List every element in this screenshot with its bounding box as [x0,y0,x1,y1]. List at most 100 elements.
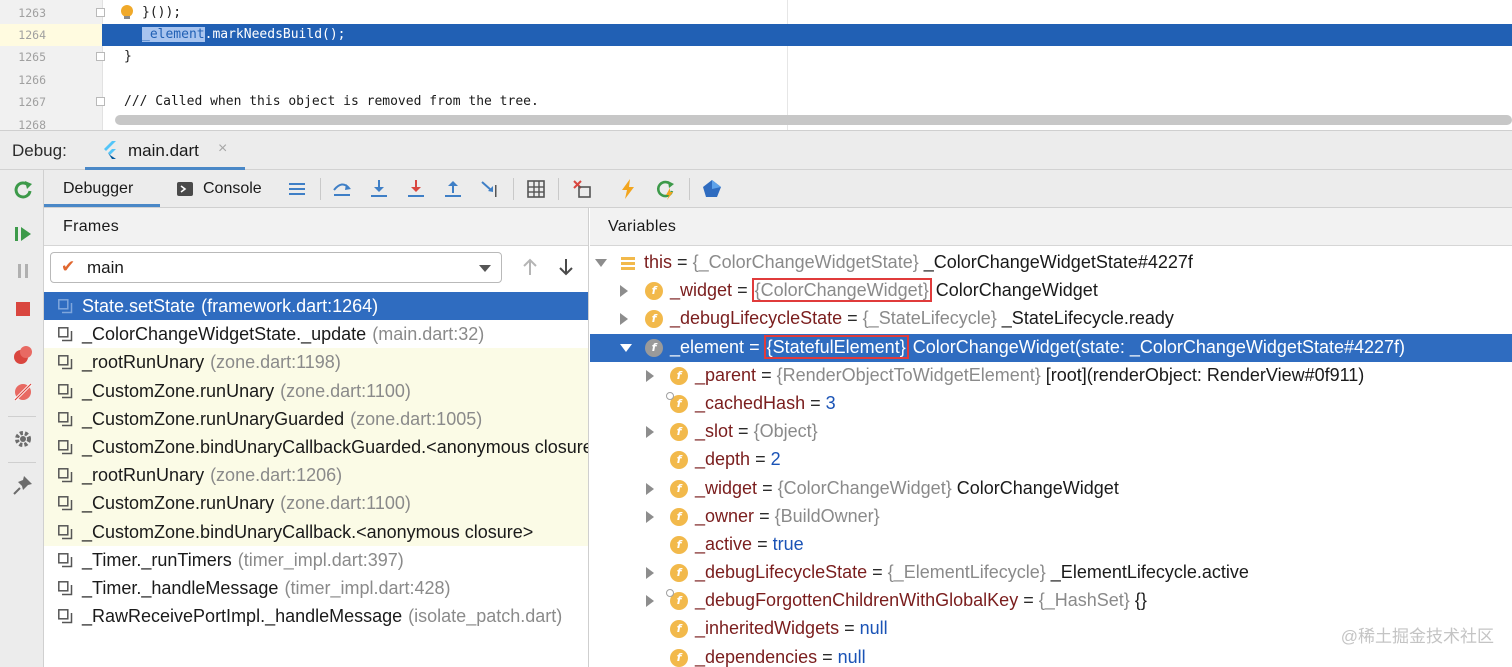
variable-row[interactable]: f _slot = {Object} [590,418,1512,446]
mute-breakpoints-icon[interactable] [12,381,34,403]
debug-side-toolbar [0,170,44,667]
line-number: 1265 [18,50,46,64]
chevron-down-icon [479,265,491,272]
frame-row[interactable]: _Timer._handleMessage (timer_impl.dart:42… [44,574,588,602]
variable-row[interactable]: f _parent = {RenderObjectToWidgetElement… [590,362,1512,390]
code-line-current[interactable]: 1264 _element.markNeedsBuild(); [0,24,1512,46]
step-into-icon[interactable] [368,178,390,200]
variables-header: Variables [590,208,1512,246]
variables-tree: this = {_ColorChangeWidgetState} _ColorC… [590,249,1512,667]
variable-row[interactable]: f _cachedHash = 3 [590,390,1512,418]
frames-panel: Frames ✔ main State.setState (framework.d… [44,208,589,667]
variable-row[interactable]: f _owner = {BuildOwner} [590,503,1512,531]
close-icon[interactable]: × [218,140,227,158]
variable-text: this = {_ColorChangeWidgetState} _ColorC… [644,252,1193,272]
stack-frame-icon [58,552,73,567]
step-out-icon[interactable] [442,178,464,200]
force-step-into-icon[interactable] [405,178,427,200]
debugger-toolbar: Debugger Console [44,170,1512,208]
stop-icon[interactable] [12,298,34,320]
frame-row[interactable]: State.setState (framework.dart:1264) [44,292,588,321]
frame-row[interactable]: _rootRunUnary (zone.dart:1198) [44,348,588,377]
lightbulb-icon[interactable] [121,5,133,19]
fold-marker-icon[interactable] [96,52,105,61]
expand-arrow-icon[interactable] [620,313,628,326]
stack-frame-icon [58,355,73,370]
drop-frame-icon[interactable] [571,178,593,200]
gear-icon[interactable] [12,428,34,450]
run-tab-label: main.dart [128,141,199,160]
rerun-icon[interactable] [12,179,34,201]
variables-panel: Variables this = {_ColorChangeWidgetStat… [590,208,1512,667]
code-line[interactable]: 1263 }()); [0,2,1512,24]
line-number: 1268 [18,118,46,130]
field-icon: f [670,451,688,470]
expand-arrow-icon[interactable] [620,285,628,298]
variable-row[interactable]: f _widget = {ColorChangeWidget} ColorCha… [590,277,1512,305]
view-breakpoints-icon[interactable] [12,344,34,366]
variable-row[interactable]: f _depth = 2 [590,446,1512,474]
expand-arrow-icon[interactable] [646,426,654,439]
frame-row[interactable]: _rootRunUnary (zone.dart:1206) [44,461,588,490]
variable-row[interactable]: f _debugLifecycleState = {_ElementLifecy… [590,559,1512,587]
variable-row[interactable]: f _debugForgottenChildrenWithGlobalKey =… [590,587,1512,615]
code-line[interactable]: 1265 } [0,46,1512,68]
variable-row[interactable]: f _widget = {ColorChangeWidget} ColorCha… [590,475,1512,503]
previous-frame-arrow-icon[interactable] [519,256,541,278]
toolbar-separator [513,178,514,200]
toolbar-separator [689,178,690,200]
variable-row[interactable]: this = {_ColorChangeWidgetState} _ColorC… [590,249,1512,277]
hot-restart-icon[interactable] [654,178,676,200]
layout-menu-icon[interactable] [286,178,308,200]
variable-row[interactable]: f _active = true [590,531,1512,559]
frame-row[interactable]: _CustomZone.runUnary (zone.dart:1100) [44,376,588,405]
field-icon: f [645,338,663,357]
stack-frame-icon [58,439,73,455]
flutter-icon [104,141,116,159]
frame-row[interactable]: _CustomZone.bindUnaryCallback.<anonymous… [44,517,588,546]
frame-row[interactable]: _ColorChangeWidgetState._update (main.dar… [44,320,588,348]
fold-marker-icon[interactable] [96,97,105,106]
hot-reload-icon[interactable] [617,178,639,200]
code-text-rest: .markNeedsBuild(); [204,27,346,42]
pin-icon[interactable] [12,474,34,496]
run-tab-main-dart[interactable]: main.dart × [85,131,245,170]
collapse-arrow-icon[interactable] [595,259,607,267]
evaluate-expression-icon[interactable] [525,178,547,200]
stack-frame-icon [58,609,73,624]
variable-row[interactable]: f _debugLifecycleState = {_StateLifecycl… [590,305,1512,333]
code-line[interactable]: 1266 [0,69,1512,91]
line-number: 1266 [18,73,46,87]
variable-row[interactable]: f _dependencies = null [590,644,1512,667]
pause-icon[interactable] [12,260,34,282]
frame-row[interactable]: _CustomZone.runUnaryGuarded (zone.dart:10… [44,404,588,433]
expand-arrow-icon[interactable] [646,595,654,608]
frame-name: State.setState (framework.dart:1264) [82,296,379,316]
expand-arrow-icon[interactable] [646,369,654,382]
expand-arrow-icon[interactable] [646,482,654,495]
frame-row[interactable]: _Timer._runTimers (timer_impl.dart:397) [44,546,588,574]
frame-row[interactable]: _CustomZone.runUnary (zone.dart:1100) [44,489,588,518]
frame-row[interactable]: _RawReceivePortImpl._handleMessage (isola… [44,602,588,630]
expand-arrow-icon[interactable] [646,510,654,523]
resume-icon[interactable] [12,223,34,245]
horizontal-scrollbar[interactable] [115,115,1512,125]
code-editor[interactable]: 1263 }()); 1264 _element.markNeedsBuild(… [0,0,1512,130]
dart-devtools-icon[interactable] [701,178,723,200]
thread-selector[interactable]: ✔ main [50,252,502,283]
code-line[interactable]: 1267 /// Called when this object is remo… [0,91,1512,113]
tab-debugger[interactable]: Debugger [44,170,160,207]
field-icon: f [670,620,688,639]
next-frame-arrow-icon[interactable] [555,256,577,278]
collapse-arrow-icon[interactable] [620,343,632,352]
step-over-icon[interactable] [331,178,353,200]
fold-marker-icon[interactable] [96,8,105,17]
tab-console[interactable]: Console [172,170,272,207]
selected-text: _element [142,27,205,42]
frames-title: Frames [63,218,120,235]
expand-arrow-icon[interactable] [646,567,654,580]
variable-row-selected[interactable]: f _element = {StatefulElement} ColorChan… [590,333,1512,362]
run-to-cursor-icon[interactable] [479,178,501,200]
field-icon: f [666,589,688,611]
frame-row[interactable]: _CustomZone.bindUnaryCallbackGuarded.<an… [44,432,588,462]
